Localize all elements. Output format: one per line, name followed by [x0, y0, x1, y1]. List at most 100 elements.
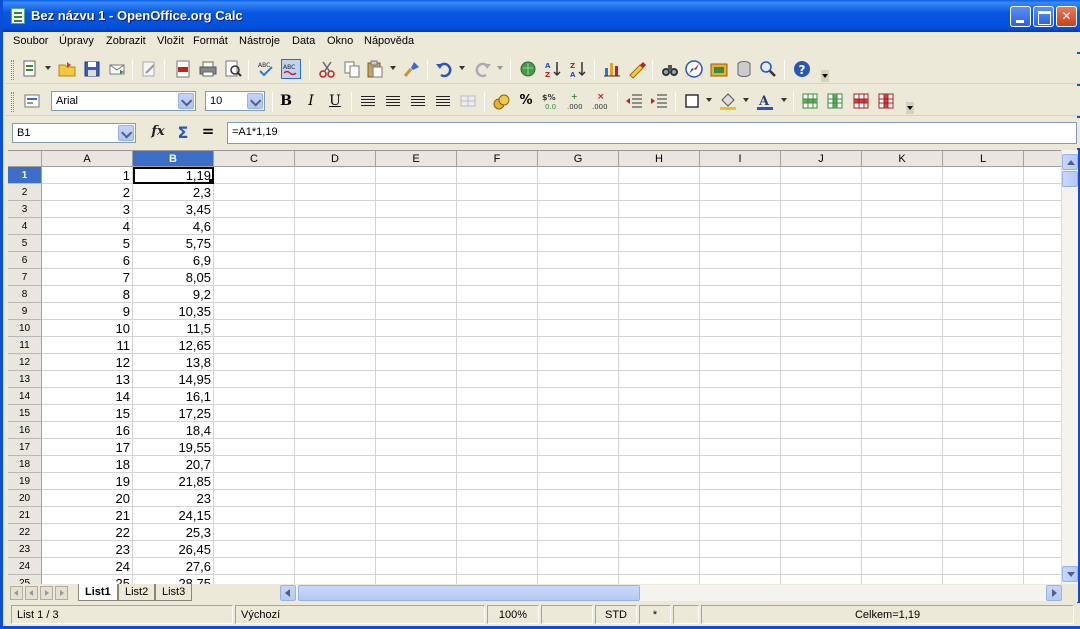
- cell-empty[interactable]: [943, 235, 1024, 252]
- cell-empty[interactable]: [214, 303, 295, 320]
- chevron-down-icon[interactable]: [178, 93, 194, 109]
- delete-decimal-icon[interactable]: × .000: [591, 91, 611, 111]
- cell-b[interactable]: 8,05: [133, 269, 214, 286]
- cell-empty[interactable]: [376, 337, 457, 354]
- cell-b[interactable]: 9,2: [133, 286, 214, 303]
- cell-empty[interactable]: [619, 286, 700, 303]
- cell-empty[interactable]: [781, 388, 862, 405]
- cell-empty[interactable]: [943, 388, 1024, 405]
- cell-empty[interactable]: [700, 439, 781, 456]
- cell-empty[interactable]: [619, 320, 700, 337]
- cell-empty[interactable]: [538, 558, 619, 575]
- cell-empty[interactable]: [376, 507, 457, 524]
- cell-empty[interactable]: [295, 303, 376, 320]
- cell-a[interactable]: 12: [42, 354, 133, 371]
- cell-b[interactable]: 20,7: [133, 456, 214, 473]
- cell-empty[interactable]: [781, 269, 862, 286]
- cell-empty[interactable]: [376, 320, 457, 337]
- scroll-up-button[interactable]: [1062, 154, 1078, 170]
- cell-empty[interactable]: [943, 456, 1024, 473]
- cell-empty[interactable]: [295, 354, 376, 371]
- format-paintbrush-icon[interactable]: [402, 59, 422, 79]
- paste-icon[interactable]: [365, 59, 385, 79]
- cell-empty[interactable]: [781, 456, 862, 473]
- menu-zobrazit[interactable]: Zobrazit: [106, 35, 146, 47]
- cell-empty[interactable]: [457, 303, 538, 320]
- new-document-icon[interactable]: [20, 59, 40, 79]
- cell-empty[interactable]: [619, 541, 700, 558]
- cell-empty[interactable]: [457, 473, 538, 490]
- cell-empty[interactable]: [1024, 456, 1061, 473]
- cell-b[interactable]: 25,3: [133, 524, 214, 541]
- cell-empty[interactable]: [295, 405, 376, 422]
- cell-empty[interactable]: [538, 388, 619, 405]
- cell-empty[interactable]: [538, 541, 619, 558]
- cell-a[interactable]: 20: [42, 490, 133, 507]
- previous-sheet-button[interactable]: [25, 586, 38, 600]
- cell-empty[interactable]: [1024, 490, 1061, 507]
- autospellcheck-icon[interactable]: ABC: [281, 59, 301, 79]
- cell-empty[interactable]: [376, 371, 457, 388]
- cell-empty[interactable]: [457, 337, 538, 354]
- cell-empty[interactable]: [376, 218, 457, 235]
- copy-icon[interactable]: [342, 59, 362, 79]
- cell-empty[interactable]: [943, 524, 1024, 541]
- cell-empty[interactable]: [214, 439, 295, 456]
- cell-empty[interactable]: [538, 303, 619, 320]
- cell-empty[interactable]: [619, 422, 700, 439]
- row-header[interactable]: 5: [8, 235, 42, 252]
- cell-empty[interactable]: [700, 235, 781, 252]
- menu-okno[interactable]: Okno: [327, 35, 353, 47]
- cell-empty[interactable]: [1024, 235, 1061, 252]
- cut-icon[interactable]: [317, 59, 337, 79]
- cell-empty[interactable]: [781, 507, 862, 524]
- cell-a[interactable]: 1: [42, 167, 133, 184]
- cell-empty[interactable]: [295, 184, 376, 201]
- cell-a[interactable]: 15: [42, 405, 133, 422]
- column-header-a[interactable]: A: [42, 151, 133, 167]
- cell-empty[interactable]: [781, 252, 862, 269]
- borders-icon[interactable]: [682, 91, 702, 111]
- cell-empty[interactable]: [862, 575, 943, 584]
- cell-empty[interactable]: [781, 371, 862, 388]
- undo-dropdown-arrow[interactable]: [459, 66, 465, 70]
- sort-descending-icon[interactable]: ZA: [568, 59, 588, 79]
- cell-empty[interactable]: [619, 371, 700, 388]
- cell-empty[interactable]: [781, 575, 862, 584]
- cell-empty[interactable]: [457, 320, 538, 337]
- cell-a[interactable]: 18: [42, 456, 133, 473]
- cell-empty[interactable]: [619, 558, 700, 575]
- cell-empty[interactable]: [457, 541, 538, 558]
- cell-empty[interactable]: [619, 303, 700, 320]
- save-icon[interactable]: [82, 59, 102, 79]
- scroll-left-button[interactable]: [280, 585, 296, 601]
- cell-b[interactable]: 12,65: [133, 337, 214, 354]
- column-header-i[interactable]: I: [700, 151, 781, 167]
- cell-empty[interactable]: [457, 422, 538, 439]
- cell-empty[interactable]: [376, 405, 457, 422]
- cell-empty[interactable]: [619, 456, 700, 473]
- cell-empty[interactable]: [700, 405, 781, 422]
- cell-empty[interactable]: [538, 286, 619, 303]
- cell-empty[interactable]: [457, 286, 538, 303]
- name-box[interactable]: B1: [12, 123, 136, 143]
- cell-empty[interactable]: [538, 218, 619, 235]
- cell-empty[interactable]: [700, 184, 781, 201]
- cell-empty[interactable]: [214, 371, 295, 388]
- cell-empty[interactable]: [862, 354, 943, 371]
- cell-empty[interactable]: [214, 490, 295, 507]
- cell-empty[interactable]: [943, 201, 1024, 218]
- cell-b[interactable]: 16,1: [133, 388, 214, 405]
- cell-empty[interactable]: [619, 337, 700, 354]
- spreadsheet-grid[interactable]: A B C D E F G H I J K L 1 1 1,19 2 2 2,3 3 3 3,45 4 4 4,6 5 5 5,75…: [8, 150, 1061, 584]
- show-draw-functions-icon[interactable]: [627, 59, 647, 79]
- cell-empty[interactable]: [781, 201, 862, 218]
- cell-empty[interactable]: [943, 558, 1024, 575]
- cell-empty[interactable]: [538, 422, 619, 439]
- cell-a[interactable]: 4: [42, 218, 133, 235]
- cell-empty[interactable]: [214, 354, 295, 371]
- cell-a[interactable]: 16: [42, 422, 133, 439]
- cell-empty[interactable]: [862, 167, 943, 184]
- cell-empty[interactable]: [781, 439, 862, 456]
- cell-empty[interactable]: [943, 541, 1024, 558]
